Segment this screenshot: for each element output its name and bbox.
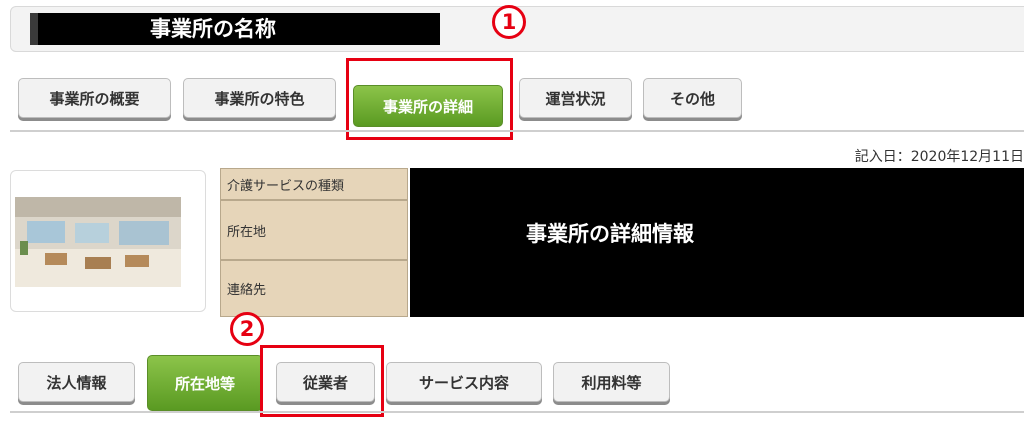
highlight-box-details-tab xyxy=(346,58,513,140)
tab-other[interactable]: その他 xyxy=(643,78,742,118)
subtab-service-content[interactable]: サービス内容 xyxy=(386,362,542,402)
subtab-corporation-info[interactable]: 法人情報 xyxy=(18,362,135,402)
info-label-service-type: 介護サービスの種類 xyxy=(220,168,408,200)
facility-name: 事業所の名称 xyxy=(150,17,276,41)
annotation-marker-1: 1 xyxy=(492,5,526,39)
detail-overlay-text: 事業所の詳細情報 xyxy=(526,222,694,246)
facility-interior-image xyxy=(15,197,181,287)
sub-tabs-divider xyxy=(10,411,1024,413)
facility-photo-frame xyxy=(10,170,206,312)
subtab-location[interactable]: 所在地等 xyxy=(147,355,263,411)
annotation-marker-2: 2 xyxy=(230,312,264,346)
tab-features[interactable]: 事業所の特色 xyxy=(183,78,336,118)
tab-operation-status[interactable]: 運営状況 xyxy=(519,78,632,118)
entry-date: 記入日：2020年12月11日 xyxy=(854,149,1024,165)
main-tabs-divider xyxy=(10,130,1024,132)
info-label-address: 所在地 xyxy=(220,200,408,260)
info-label-contact: 連絡先 xyxy=(220,260,408,317)
tab-overview[interactable]: 事業所の概要 xyxy=(18,78,171,118)
subtab-fees[interactable]: 利用料等 xyxy=(553,362,670,402)
highlight-box-staff-tab xyxy=(260,345,384,417)
